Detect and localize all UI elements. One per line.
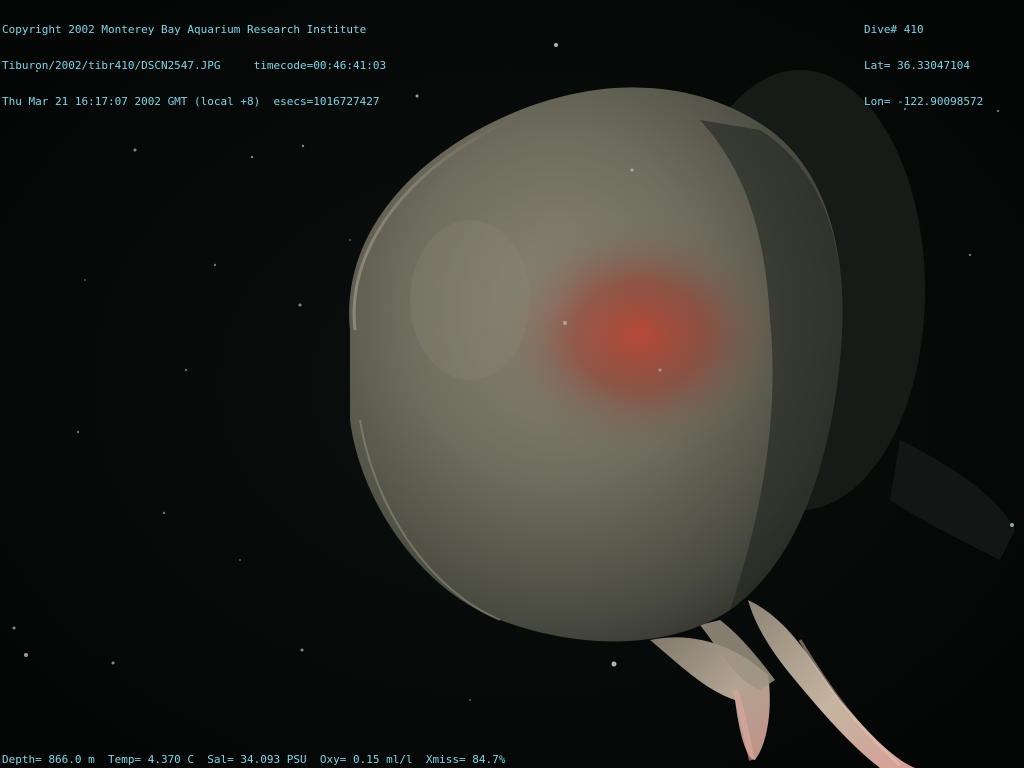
longitude: Lon= -122.90098572 [864, 95, 984, 108]
dive-position-info: Dive# 410 Lat= 36.33047104 Lon= -122.900… [864, 0, 983, 132]
datetime-line: Thu Mar 21 16:17:07 2002 GMT (local +8) … [2, 95, 380, 108]
jellyfish-bell [349, 87, 843, 642]
file-timecode-line: Tiburon/2002/tibr410/DSCN2547.JPG timeco… [2, 59, 387, 72]
copyright-line: Copyright 2002 Monterey Bay Aquarium Res… [2, 23, 367, 36]
latitude: Lat= 36.33047104 [864, 59, 970, 72]
dive-number: Dive# 410 [864, 23, 924, 36]
image-metadata-header: Copyright 2002 Monterey Bay Aquarium Res… [2, 0, 386, 132]
deep-sea-photo-frame: Copyright 2002 Monterey Bay Aquarium Res… [0, 0, 1024, 768]
sensor-readout: Depth= 866.0 m Temp= 4.370 C Sal= 34.093… [2, 753, 506, 766]
